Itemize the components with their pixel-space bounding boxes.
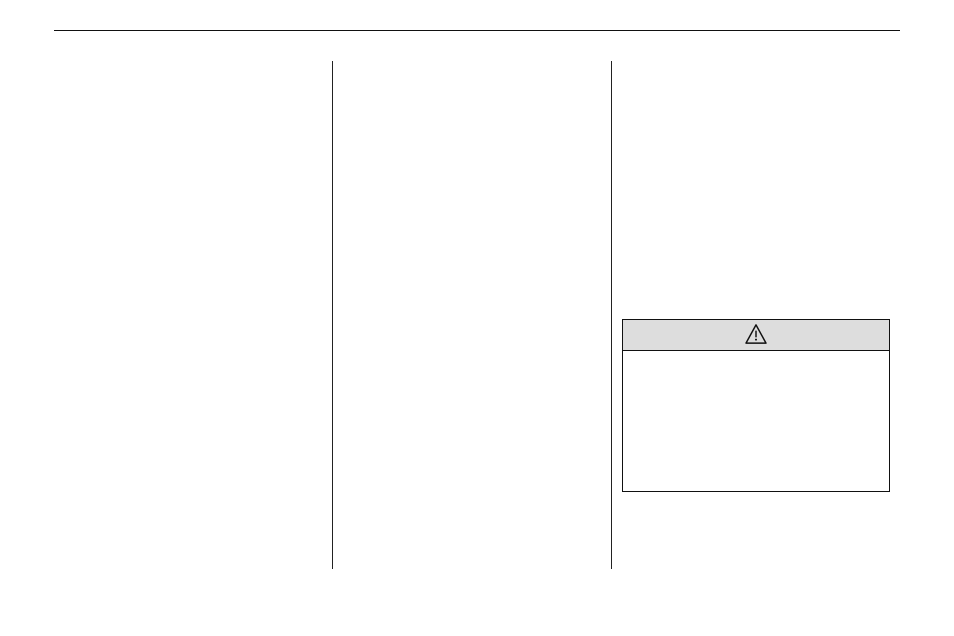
column-3 xyxy=(612,61,900,569)
caution-body xyxy=(623,351,889,491)
caution-header xyxy=(623,320,889,351)
document-page xyxy=(0,0,954,569)
caution-callout xyxy=(622,319,890,492)
header-divider xyxy=(54,30,900,31)
warning-icon xyxy=(745,325,767,342)
three-column-layout xyxy=(54,61,900,569)
column-2 xyxy=(333,61,611,569)
column-1 xyxy=(54,61,332,569)
